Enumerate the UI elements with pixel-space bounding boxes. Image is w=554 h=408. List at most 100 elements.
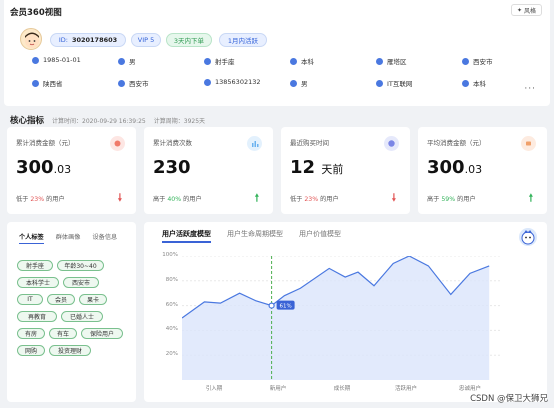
note-prefix: 低于: [16, 196, 29, 203]
tab-lifecycle-model[interactable]: 用户生命周期模型: [227, 229, 283, 243]
metric-card-total-count: 累计消费次数 230 高于 40% 的用户 🠕: [144, 127, 273, 214]
metric-note: 低于 23% 的用户: [16, 194, 65, 203]
chart-tabs: 用户活跃度模型 用户生命周期模型 用户价值模型: [162, 229, 341, 243]
watermark: CSDN @保卫大狮兄: [470, 394, 548, 404]
trend-down-icon: 🠗: [391, 193, 396, 204]
trend-up-icon: 🠕: [528, 193, 533, 204]
metric-card-avg-amount: 平均消费金额（元） 300.03 高于 59% 的用户 🠕: [418, 127, 547, 214]
id-value: 3020178603: [71, 36, 118, 44]
info-gender-value: 男: [129, 58, 136, 66]
profile-card: 会员360视图 ✦ 风格 ID: 3020178603 VIP 5 3天内下单 …: [4, 0, 550, 106]
metric-note: 高于 40% 的用户: [153, 194, 202, 203]
note-percent: 59%: [441, 196, 456, 203]
avatar[interactable]: [20, 28, 42, 50]
gender-icon: [290, 79, 297, 87]
info-city-2: 西安市: [118, 78, 149, 88]
info-gender: 男: [118, 56, 136, 66]
tag-item: 投资理财: [49, 345, 91, 356]
metric-value: 230: [153, 157, 191, 178]
info-industry-value: IT互联网: [387, 80, 413, 88]
recent-order-pill: 3天内下单: [166, 33, 212, 47]
note-suffix: 的用户: [457, 196, 476, 203]
info-district-value: 雁塔区: [387, 58, 407, 66]
tab-device-info[interactable]: 设备信息: [93, 232, 118, 244]
note-prefix: 高于: [153, 196, 166, 203]
style-button[interactable]: ✦ 风格: [510, 4, 542, 16]
note-prefix: 低于: [290, 196, 303, 203]
trend-down-icon: 🠗: [117, 193, 122, 204]
industry-icon: [376, 79, 383, 87]
calc-period: 计算周期：3925天: [153, 118, 206, 125]
tag-item: 保险用户: [81, 328, 123, 339]
tab-group-portrait[interactable]: 群体画像: [56, 232, 81, 244]
info-city-2-value: 西安市: [129, 80, 149, 88]
bar-chart-icon: [247, 136, 262, 151]
info-gender-2: 男: [290, 78, 308, 88]
education-icon: [290, 57, 297, 65]
metric-value: 300.03: [16, 157, 71, 178]
tag-item: 西安市: [63, 277, 99, 288]
tab-personal-tags[interactable]: 个人标签: [19, 232, 44, 244]
info-phone: 13856302132: [204, 78, 261, 86]
core-metrics-title: 核心指标: [10, 116, 45, 126]
activity-area-chart: 61%: [182, 256, 502, 380]
trend-up-icon: 🠕: [254, 193, 259, 204]
info-education: 本科: [290, 56, 314, 66]
tag-item: 网购: [17, 345, 45, 356]
info-education-value: 本科: [301, 58, 314, 66]
info-province: 陕西省: [32, 78, 63, 88]
metric-value: 12 天前: [290, 157, 343, 178]
note-suffix: 的用户: [183, 196, 202, 203]
active-pill: 1月内活跃: [219, 33, 267, 47]
info-province-value: 陕西省: [43, 80, 63, 88]
province-icon: [32, 79, 39, 87]
tag-item: IT: [17, 294, 43, 305]
info-zodiac-value: 射手座: [215, 58, 235, 66]
info-gender-2-value: 男: [301, 80, 308, 88]
info-city: 西安市: [462, 56, 493, 66]
chart-panel: 用户活跃度模型 用户生命周期模型 用户价值模型 100% 80% 60% 40% 20%…: [144, 222, 547, 402]
tag-item: 有房: [17, 328, 45, 339]
metric-label: 最近购买时间: [290, 139, 329, 147]
metric-value: 300.03: [427, 157, 482, 178]
zodiac-icon: [204, 57, 211, 65]
x-tick-label: 忠诚用户: [458, 386, 481, 392]
vip-pill: VIP 5: [131, 33, 161, 47]
tag-item: 已婚人士: [61, 311, 103, 322]
x-tick-label: 新用户: [269, 386, 287, 392]
style-button-label: 风格: [523, 7, 536, 15]
more-button[interactable]: ···: [524, 84, 536, 94]
metric-label: 累计消费次数: [153, 139, 192, 147]
metric-value-dec: .03: [464, 163, 483, 176]
info-phone-value: 13856302132: [215, 78, 261, 86]
info-education-2-value: 本科: [473, 80, 486, 88]
education-icon: [462, 79, 469, 87]
tab-value-model[interactable]: 用户价值模型: [299, 229, 341, 243]
clock-icon: [384, 136, 399, 151]
note-percent: 23%: [30, 196, 45, 203]
metric-label: 累计消费金额（元）: [16, 139, 75, 147]
marker-point[interactable]: [268, 302, 275, 309]
info-city-value: 西安市: [473, 58, 493, 66]
area-fill: [182, 256, 490, 380]
city-icon: [462, 57, 469, 65]
metric-value-unit: 天前: [321, 163, 344, 176]
mascot-icon: [519, 228, 537, 246]
gender-icon: [118, 57, 125, 65]
info-zodiac: 射手座: [204, 56, 235, 66]
calc-time: 计算时间：2020-09-29 16:39:25: [52, 118, 146, 125]
y-tick-label: 100%: [162, 252, 178, 258]
tag-item: 会员: [47, 294, 75, 305]
tag-panel-tabs: 个人标签 群体画像 设备信息: [19, 232, 117, 244]
info-industry: IT互联网: [376, 78, 412, 88]
city-icon: [118, 79, 125, 87]
y-tick-label: 80%: [165, 276, 178, 283]
tab-activity-model[interactable]: 用户活跃度模型: [162, 229, 211, 243]
metric-note: 高于 59% 的用户: [427, 194, 476, 203]
money-icon: [110, 136, 125, 151]
info-birthday: 1985-01-01: [32, 56, 81, 64]
info-birthday-value: 1985-01-01: [43, 56, 81, 64]
tag-item: 射手座: [17, 260, 53, 271]
wallet-icon: [521, 136, 536, 151]
metric-value-dec: .03: [53, 163, 72, 176]
